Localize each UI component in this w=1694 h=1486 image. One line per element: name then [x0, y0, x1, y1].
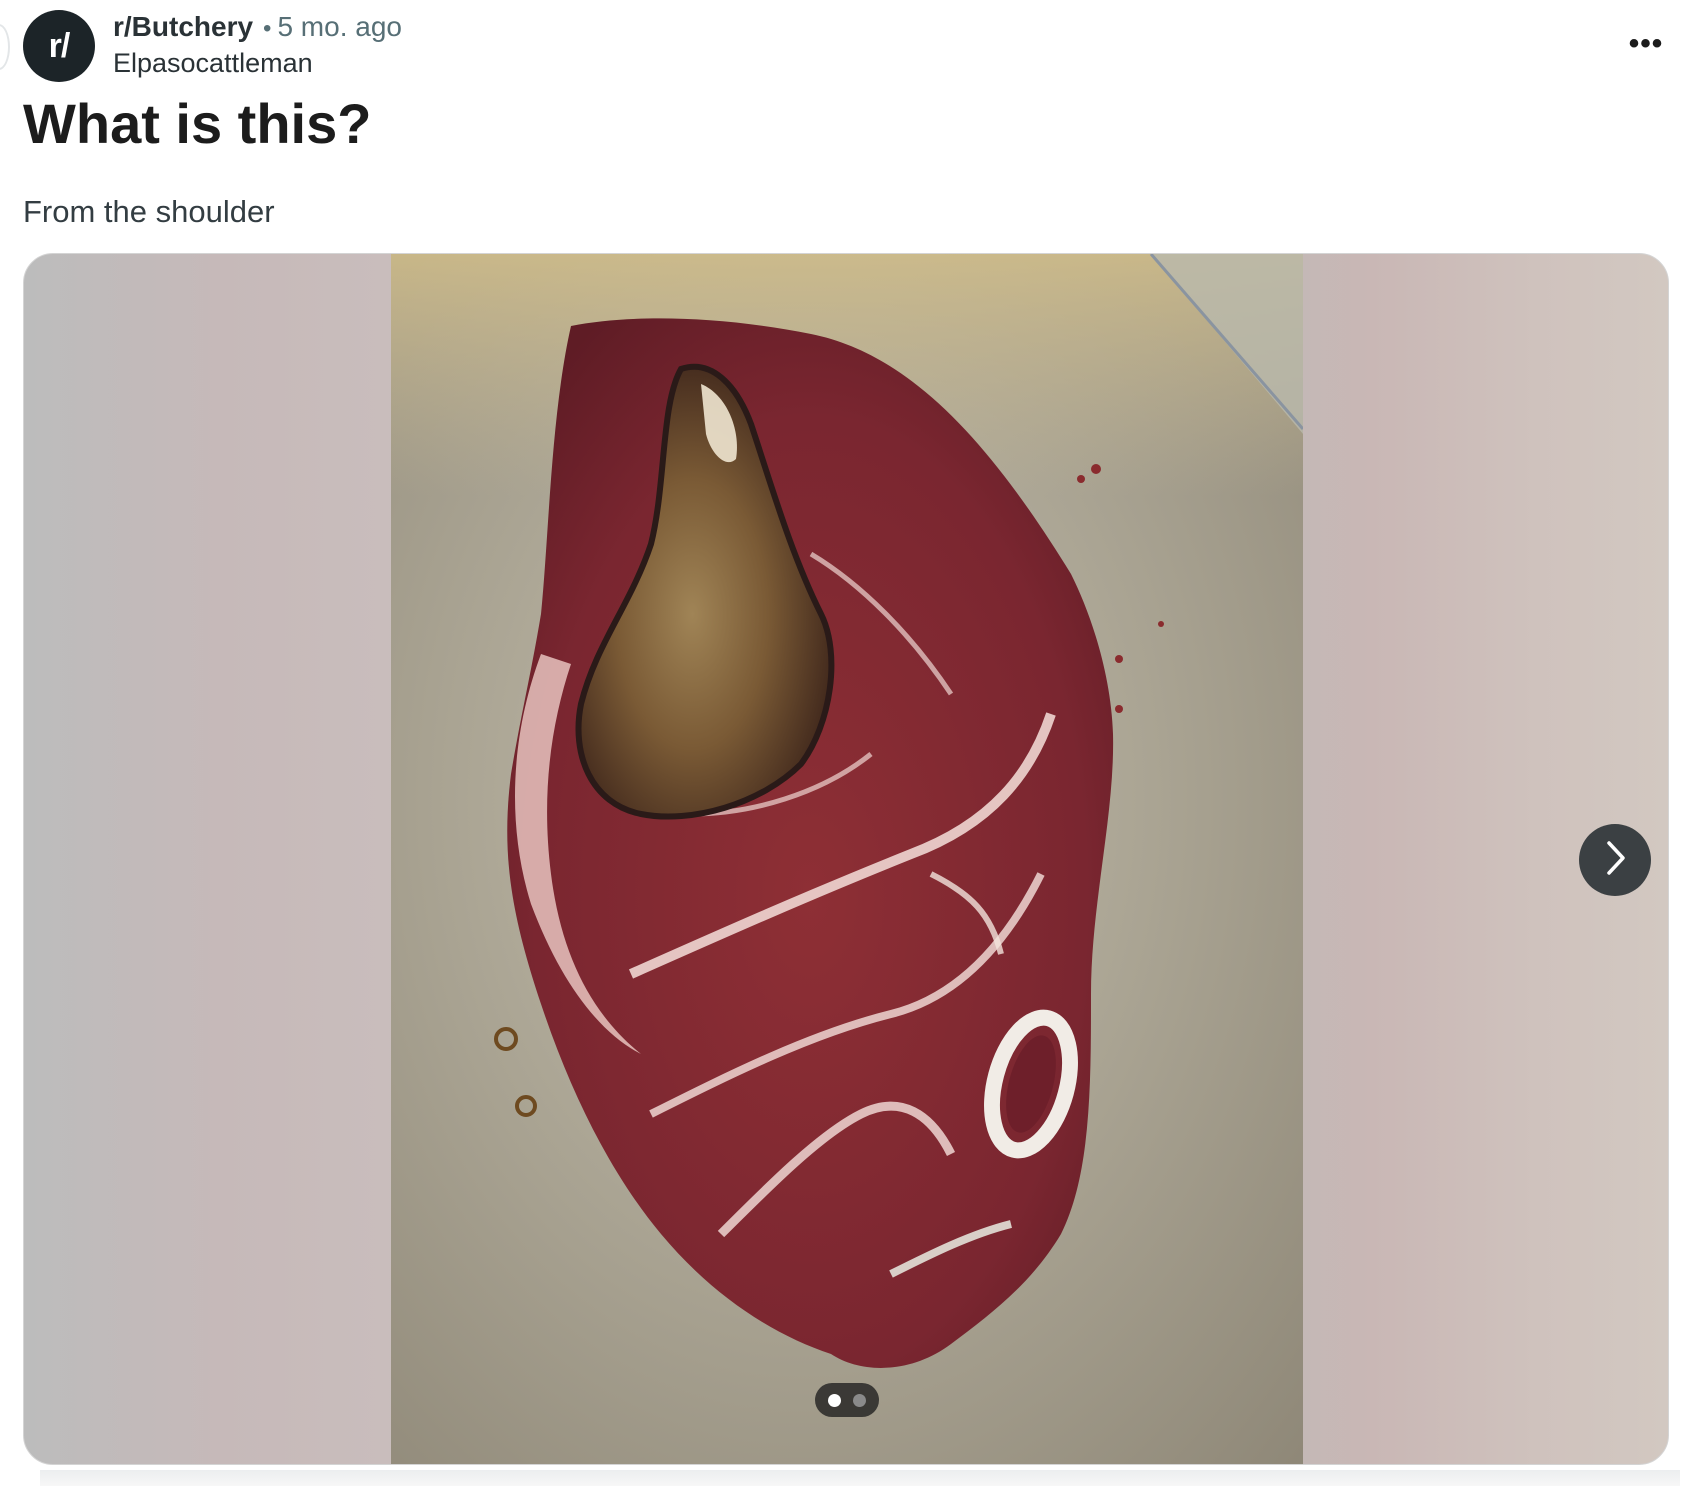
divider	[40, 1470, 1680, 1486]
steak-photo	[391, 254, 1303, 1464]
post-title: What is this?	[23, 92, 372, 155]
post-body: From the shoulder	[23, 194, 275, 229]
gallery-dot-1[interactable]	[828, 1393, 841, 1407]
chevron-right-icon	[1600, 839, 1630, 882]
partial-ring-edge	[0, 24, 10, 70]
post-image[interactable]	[391, 254, 1303, 1464]
subreddit-avatar[interactable]: r/	[23, 10, 95, 82]
subreddit-link[interactable]: r/Butchery	[113, 10, 253, 44]
reddit-post: r/ r/Butchery • 5 mo. ago Elpasocattlema…	[0, 0, 1694, 1486]
more-options-icon: •••	[1628, 27, 1664, 60]
gallery-pagination	[815, 1383, 879, 1417]
gallery-dot-2[interactable]	[853, 1393, 866, 1407]
post-timestamp: 5 mo. ago	[277, 11, 402, 42]
author-link[interactable]: Elpasocattleman	[113, 46, 402, 80]
overflow-menu-button[interactable]: •••	[1618, 24, 1674, 64]
media-gallery[interactable]	[23, 253, 1669, 1465]
meta-separator: •	[263, 15, 272, 42]
post-meta: r/Butchery • 5 mo. ago Elpasocattleman	[113, 10, 402, 80]
gallery-next-button[interactable]	[1579, 824, 1651, 896]
post-meta-row: r/Butchery • 5 mo. ago	[113, 10, 402, 46]
avatar-label: r/	[48, 26, 71, 65]
